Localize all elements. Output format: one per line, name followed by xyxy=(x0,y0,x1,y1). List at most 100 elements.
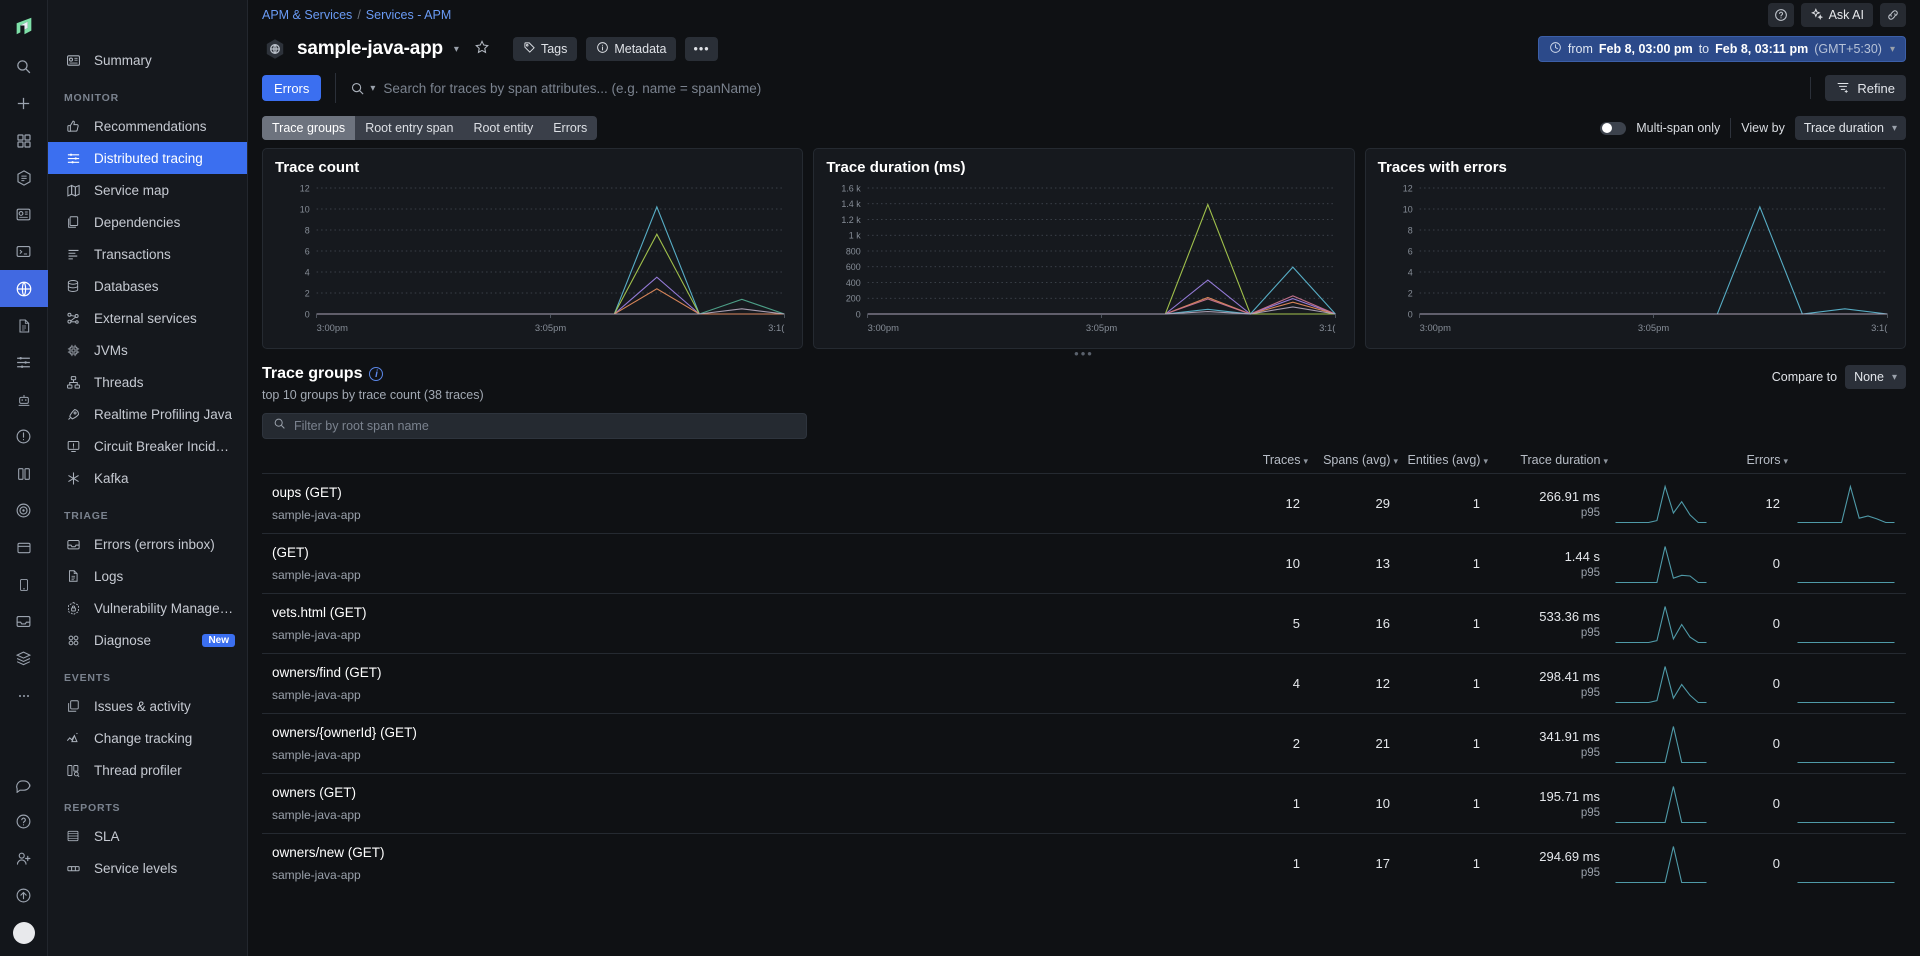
metadata-button[interactable]: Metadata xyxy=(586,37,677,61)
sidebar-item-external-services[interactable]: External services xyxy=(48,302,247,334)
logs-doc-icon[interactable] xyxy=(4,307,44,344)
filter-root-span-input[interactable] xyxy=(294,419,796,433)
search-input[interactable] xyxy=(383,80,1797,96)
table-row[interactable]: owners (GET) sample-java-app 1 10 1 195.… xyxy=(262,773,1906,833)
col-traces-header[interactable]: Traces ▾ xyxy=(1221,453,1311,467)
sidebar-item-thread-profiler[interactable]: Thread profiler xyxy=(48,754,247,786)
sidebar-item-threads[interactable]: Threads xyxy=(48,366,247,398)
inbox-icon[interactable] xyxy=(4,603,44,640)
spans-avg-value: 16 xyxy=(1375,616,1390,631)
terminal-icon[interactable] xyxy=(4,233,44,270)
info-icon[interactable]: i xyxy=(369,367,384,381)
user-add-icon[interactable] xyxy=(4,840,44,877)
chart-title: Traces with errors xyxy=(1377,159,1507,176)
traces-icon[interactable] xyxy=(4,344,44,381)
refine-button[interactable]: Refine xyxy=(1825,75,1906,101)
entities-avg-value: 1 xyxy=(1472,496,1480,511)
time-range-picker[interactable]: from Feb 8, 03:00 pm to Feb 8, 03:11 pm … xyxy=(1537,36,1906,62)
errors-filter-button[interactable]: Errors xyxy=(262,75,322,101)
sidebar-item-dependencies[interactable]: Dependencies xyxy=(48,206,247,238)
sidebar-item-label: Databases xyxy=(94,278,159,294)
watchdog-icon[interactable] xyxy=(4,159,44,196)
favorite-star-icon[interactable] xyxy=(474,39,490,60)
sidebar-item-label: Distributed tracing xyxy=(94,150,203,166)
breadcrumb-current[interactable]: Services - APM xyxy=(366,8,451,22)
help-circle-icon[interactable] xyxy=(1767,3,1794,27)
tab-trace-groups[interactable]: Trace groups xyxy=(262,116,356,140)
dashboards-icon[interactable] xyxy=(4,122,44,159)
ask-ai-button[interactable]: Ask AI xyxy=(1800,3,1873,27)
browser-icon[interactable] xyxy=(4,529,44,566)
sidebar-item-issues-activity[interactable]: Issues & activity xyxy=(48,690,247,722)
sidebar-item-distributed-tracing[interactable]: Distributed tracing xyxy=(48,142,247,174)
col-duration-header[interactable]: Trace duration ▾ xyxy=(1491,453,1611,467)
sidebar-section-monitor: MONITOR xyxy=(64,92,119,104)
upgrade-icon[interactable] xyxy=(4,877,44,914)
search-icon[interactable] xyxy=(4,48,44,85)
col-entities-header[interactable]: Entities (avg) ▾ xyxy=(1401,453,1491,467)
bot-icon[interactable] xyxy=(4,381,44,418)
sidebar-item-service-levels[interactable]: Service levels xyxy=(48,852,247,884)
tab-root-entity[interactable]: Root entity xyxy=(463,116,543,140)
col-errors-header[interactable]: Errors ▾ xyxy=(1719,453,1791,467)
infra-icon[interactable] xyxy=(4,455,44,492)
tab-errors[interactable]: Errors xyxy=(543,116,597,140)
resize-handle-icon[interactable]: ••• xyxy=(1074,346,1094,361)
chart-plot[interactable]: 0 2 4 6 8 10 12 3:00pm 3:05pm 3:1( xyxy=(275,180,790,340)
sidebar-section-reports: REPORTS xyxy=(64,802,121,814)
sidebar-item-kafka[interactable]: Kafka xyxy=(48,462,247,494)
datadog-logo[interactable] xyxy=(0,4,48,48)
sidebar-item-databases[interactable]: Databases xyxy=(48,270,247,302)
multi-span-toggle[interactable] xyxy=(1600,121,1627,135)
table-row[interactable]: owners/find (GET) sample-java-app 4 12 1… xyxy=(262,653,1906,713)
chart-plot[interactable]: 0 2 4 6 8 10 12 3:00pm 3:05pm 3:1( xyxy=(1378,180,1893,340)
entities-avg-value: 1 xyxy=(1472,736,1480,751)
svg-text:10: 10 xyxy=(1402,204,1412,214)
table-row[interactable]: (GET) sample-java-app 10 13 1 1.44 s p95… xyxy=(262,533,1906,593)
breadcrumb-parent[interactable]: APM & Services xyxy=(262,8,352,22)
compare-to-select[interactable]: None ▾ xyxy=(1845,365,1906,389)
sidebar-item-circuit-breaker-incidents[interactable]: Circuit Breaker Incidents xyxy=(48,430,247,462)
table-row[interactable]: owners/new (GET) sample-java-app 1 17 1 … xyxy=(262,833,1906,893)
avatar[interactable] xyxy=(12,922,35,944)
link-icon[interactable] xyxy=(1880,3,1906,27)
rum-icon[interactable] xyxy=(4,492,44,529)
globe-icon[interactable] xyxy=(0,270,48,307)
sidebar-item-transactions[interactable]: Transactions xyxy=(48,238,247,270)
sidebar-item-recommendations[interactable]: Recommendations xyxy=(48,110,247,142)
sidebar-item-sla[interactable]: SLA xyxy=(48,820,247,852)
mobile-icon[interactable] xyxy=(4,566,44,603)
view-by-select[interactable]: Trace duration ▾ xyxy=(1794,116,1906,140)
sidebar-item-errors-inbox[interactable]: Errors (errors inbox) xyxy=(48,528,247,560)
sidebar-item-label: Change tracking xyxy=(94,730,193,746)
table-row[interactable]: owners/{ownerId} (GET) sample-java-app 2… xyxy=(262,713,1906,773)
sidebar-item-jvms[interactable]: JVMs xyxy=(48,334,247,366)
chart-plot[interactable]: 0 200 400 600 800 1 k 1.2 k 1.4 k 1.6 k 3:00pm 3:0… xyxy=(826,180,1341,340)
search-icon[interactable]: ▾ xyxy=(350,81,375,96)
more-dots-icon[interactable] xyxy=(4,677,44,714)
alert-icon[interactable] xyxy=(4,418,44,455)
tags-button[interactable]: Tags xyxy=(512,37,578,61)
sidebar-item-diagnose[interactable]: Diagnose New xyxy=(48,624,247,656)
sidebar-item-service-map[interactable]: Service map xyxy=(48,174,247,206)
table-row[interactable]: vets.html (GET) sample-java-app 5 16 1 5… xyxy=(262,593,1906,653)
help-circle-icon[interactable] xyxy=(4,803,44,840)
chat-icon[interactable] xyxy=(4,766,44,803)
sidebar-item-summary[interactable]: Summary xyxy=(48,44,247,76)
sidebar-item-logs[interactable]: Logs xyxy=(48,560,247,592)
tab-root-entry-span[interactable]: Root entry span xyxy=(355,116,463,140)
spans-avg-value: 12 xyxy=(1375,676,1390,691)
sidebar-item-vulnerability-management[interactable]: Vulnerability Managem... xyxy=(48,592,247,624)
chevron-down-icon[interactable]: ▾ xyxy=(454,44,459,55)
traces-value: 1 xyxy=(1292,856,1300,871)
col-spans-header[interactable]: Spans (avg) ▾ xyxy=(1311,453,1401,467)
sidebar-item-realtime-profiling-java[interactable]: Realtime Profiling Java xyxy=(48,398,247,430)
change-tracking-icon xyxy=(64,731,82,746)
add-icon[interactable] xyxy=(4,85,44,122)
database-stack-icon[interactable] xyxy=(4,640,44,677)
apm-summary-icon[interactable] xyxy=(4,196,44,233)
table-row[interactable]: oups (GET) sample-java-app 12 29 1 266.9… xyxy=(262,473,1906,533)
sidebar-item-change-tracking[interactable]: Change tracking xyxy=(48,722,247,754)
svg-text:6: 6 xyxy=(1407,246,1412,256)
more-options-button[interactable]: ••• xyxy=(685,37,718,61)
